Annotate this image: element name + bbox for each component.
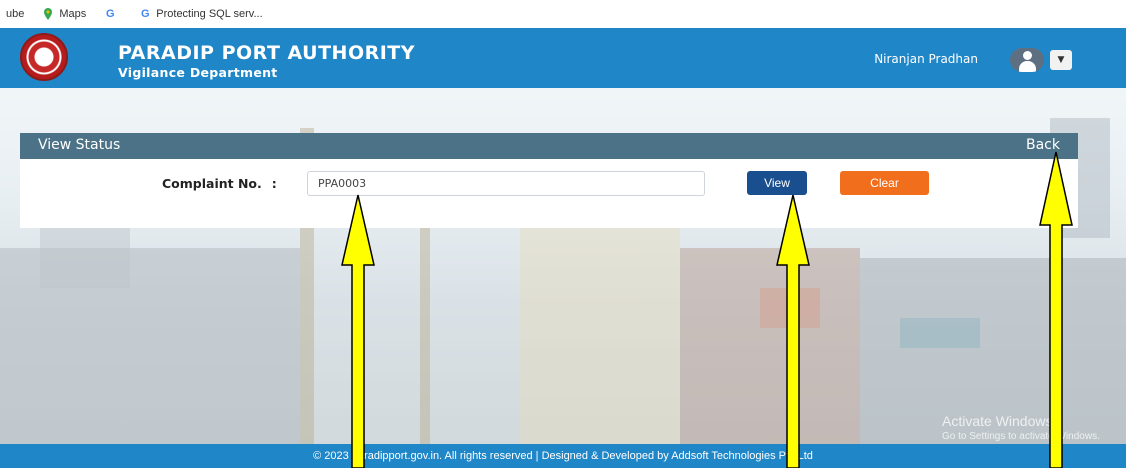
bookmark-maps[interactable]: Maps xyxy=(42,8,86,20)
view-status-form: Complaint No.: View Clear xyxy=(20,159,1078,228)
view-status-header: View Status Back xyxy=(20,133,1078,159)
site-header: PARADIP PORT AUTHORITY Vigilance Departm… xyxy=(0,28,1126,88)
google-icon: G xyxy=(105,8,115,20)
bookmark-label: ube xyxy=(6,8,25,20)
activate-windows-hint: Go to Settings to activate Windows. xyxy=(942,431,1100,442)
view-button[interactable]: View xyxy=(747,171,807,195)
annotation-arrow-back xyxy=(1039,151,1073,468)
clear-button[interactable]: Clear xyxy=(840,171,929,195)
avatar[interactable] xyxy=(1010,48,1044,72)
site-footer: © 2023 paradipport.gov.in. All rights re… xyxy=(0,444,1126,468)
bookmark-label: Maps xyxy=(59,8,87,20)
complaint-no-label-text: Complaint No. xyxy=(162,176,262,191)
department-name: Vigilance Department xyxy=(118,65,278,80)
bookmark-youtube[interactable]: ube xyxy=(6,8,24,20)
google-icon: G xyxy=(140,8,150,20)
label-colon: : xyxy=(271,176,277,191)
ppa-logo xyxy=(20,33,68,81)
maps-icon xyxy=(42,8,54,20)
annotation-arrow-input xyxy=(341,194,375,468)
caret-down-icon: ▼ xyxy=(1057,55,1065,65)
bookmark-protecting-sql[interactable]: G Protecting SQL serv... xyxy=(139,8,263,20)
bookmarks-bar: ube Maps G G Protecting SQL serv... xyxy=(0,0,1126,28)
org-name: PARADIP PORT AUTHORITY xyxy=(118,42,416,64)
bookmark-label: Protecting SQL serv... xyxy=(156,8,263,20)
panel-title: View Status xyxy=(38,137,121,153)
user-name: Niranjan Pradhan xyxy=(874,52,978,66)
annotation-arrow-view xyxy=(776,194,810,468)
complaint-no-label: Complaint No.: xyxy=(162,176,277,191)
bookmark-google[interactable]: G xyxy=(104,8,121,20)
user-menu-dropdown[interactable]: ▼ xyxy=(1050,50,1072,70)
